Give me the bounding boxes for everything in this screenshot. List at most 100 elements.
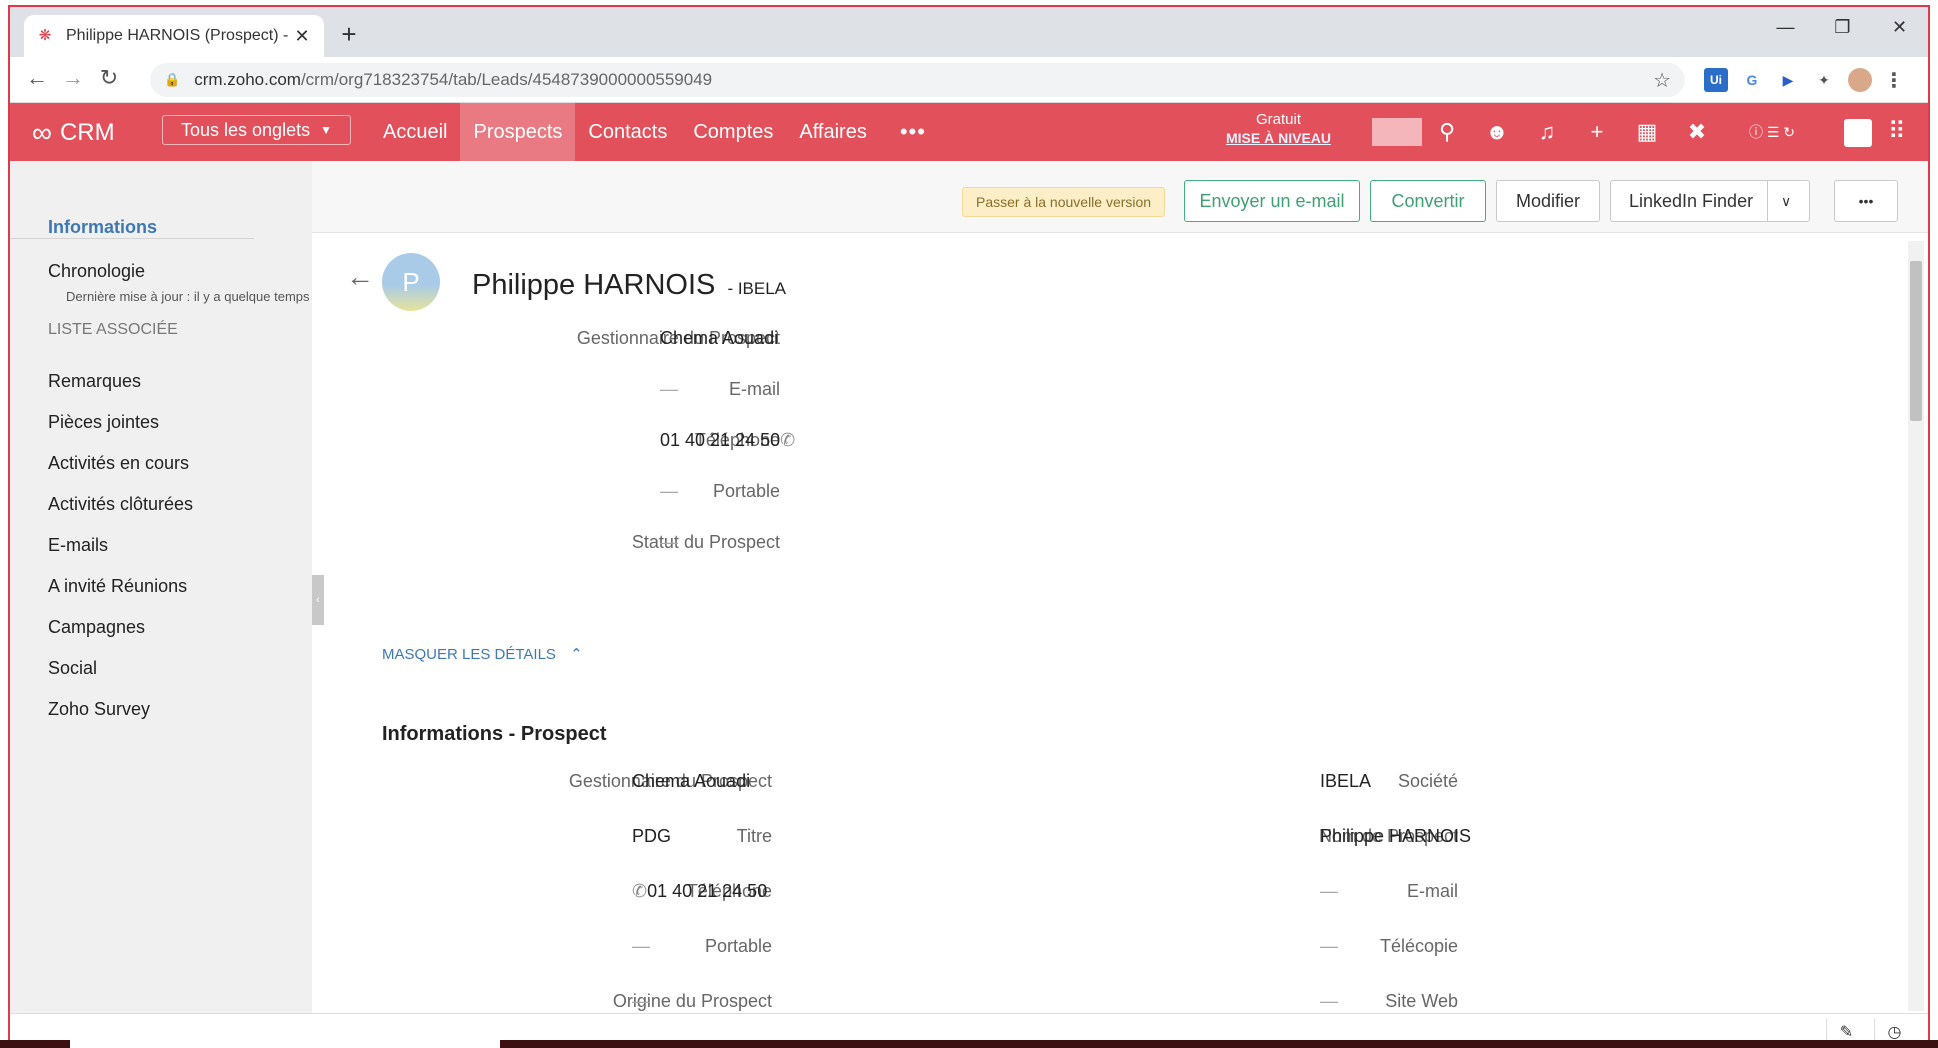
url-host: crm.zoho.com	[194, 70, 301, 89]
toolbar-widgets-icon[interactable]: ⓘ ☰ ↻	[1722, 122, 1822, 142]
close-window-icon[interactable]: ✕	[1871, 7, 1928, 47]
reload-icon[interactable]: ↻	[94, 65, 124, 91]
fax-value[interactable]: —	[1320, 936, 1338, 957]
chevron-down-icon[interactable]: ∨	[1781, 193, 1791, 210]
record-title: Philippe HARNOIS - IBELA	[472, 269, 786, 302]
phone-icon[interactable]: ✆	[780, 430, 795, 450]
plan-label: Gratuit	[1256, 111, 1302, 128]
phone-icon[interactable]: ✆	[632, 881, 647, 901]
browser-tab[interactable]: ❋ Philippe HARNOIS (Prospect) - Zoho CRM…	[24, 15, 324, 57]
sidebar-item-pieces-jointes[interactable]: Pièces jointes	[48, 412, 159, 433]
mobile-value[interactable]: —	[660, 481, 678, 502]
sidebar-item-chronologie[interactable]: Chronologie	[48, 261, 145, 282]
lead-status-value[interactable]: —	[660, 532, 678, 553]
upgrade-link[interactable]: MISE À NIVEAU	[1226, 129, 1331, 147]
nav-affaires[interactable]: Affaires	[786, 103, 879, 161]
os-taskbar	[0, 1040, 1938, 1048]
translate-extension-icon[interactable]: G	[1740, 68, 1764, 92]
sidebar-item-emails[interactable]: E-mails	[48, 535, 108, 556]
bell-icon[interactable]: ♫	[1522, 119, 1572, 145]
mobile-detail-value[interactable]: —	[632, 936, 650, 957]
back-icon[interactable]: ←	[22, 65, 52, 91]
more-tabs-icon[interactable]: •••	[880, 103, 946, 161]
field-label: Société	[1397, 771, 1458, 791]
calendar-icon[interactable]: ▦	[1622, 119, 1672, 145]
record-name: Philippe HARNOIS	[472, 269, 716, 301]
browser-menu-icon[interactable]: ⋮	[1882, 68, 1906, 92]
divider	[1372, 118, 1422, 146]
search-icon[interactable]: ⚲	[1422, 119, 1472, 145]
extensions-puzzle-icon[interactable]: ✦	[1812, 68, 1836, 92]
sidebar-item-zoho-survey[interactable]: Zoho Survey	[48, 699, 150, 720]
url-field[interactable]: 🔒 crm.zoho.com/crm/org718323754/tab/Lead…	[150, 63, 1685, 97]
add-icon[interactable]: +	[1572, 119, 1622, 145]
field-label: Télécopie	[1379, 936, 1458, 956]
email-detail-value[interactable]: —	[1320, 881, 1338, 902]
profile-avatar-icon[interactable]	[1848, 68, 1872, 92]
send-email-button[interactable]: Envoyer un e-mail	[1184, 180, 1360, 222]
all-tabs-dropdown[interactable]: Tous les onglets ▼	[162, 115, 351, 145]
nav-prospects[interactable]: Prospects	[460, 103, 576, 161]
apps-grid-icon[interactable]: ⠿	[1888, 117, 1906, 146]
uipath-extension-icon[interactable]: Ui	[1704, 68, 1728, 92]
website-value[interactable]: —	[1320, 991, 1338, 1012]
sidebar-item-remarques[interactable]: Remarques	[48, 371, 141, 392]
new-tab-icon[interactable]: +	[334, 19, 364, 50]
phone-detail-value[interactable]: ✆01 40 21 24 50	[632, 881, 767, 902]
field-label: Origine du Prospect	[612, 991, 772, 1011]
related-list-heading: LISTE ASSOCIÉE	[48, 321, 178, 338]
convert-button[interactable]: Convertir	[1370, 180, 1486, 222]
sidebar-item-activites-cloturees[interactable]: Activités clôturées	[48, 494, 193, 515]
play-extension-icon[interactable]: ▶	[1776, 68, 1800, 92]
taskbar-window[interactable]	[70, 1040, 500, 1048]
phone-value[interactable]: 01 40 21 24 50✆	[660, 430, 795, 451]
split-divider	[1767, 181, 1768, 221]
field-label: Portable	[704, 936, 772, 956]
close-tab-icon[interactable]: ✕	[292, 26, 312, 47]
setup-tools-icon[interactable]: ✖	[1672, 119, 1722, 145]
lead-source-value[interactable]: —	[632, 991, 650, 1012]
nav-comptes[interactable]: Comptes	[680, 103, 786, 161]
sidebar-item-activites-en-cours[interactable]: Activités en cours	[48, 453, 189, 474]
hide-details-label: MASQUER LES DÉTAILS	[382, 646, 556, 663]
sidebar-item-campagnes[interactable]: Campagnes	[48, 617, 145, 638]
sidebar-item-reunions[interactable]: A invité Réunions	[48, 576, 187, 597]
phone-detail-number: 01 40 21 24 50	[647, 881, 768, 901]
browser-window: ❋ Philippe HARNOIS (Prospect) - Zoho CRM…	[8, 5, 1930, 1045]
section-title: Informations - Prospect	[382, 723, 607, 745]
field-label: Portable	[712, 481, 780, 501]
crm-logo[interactable]: ∞ CRM	[32, 117, 115, 149]
window-controls: — ❐ ✕	[1757, 7, 1928, 57]
collapse-sidebar-icon[interactable]: ‹	[312, 575, 324, 625]
lock-icon: 🔒	[164, 72, 181, 87]
back-arrow-icon[interactable]: ←	[346, 261, 374, 293]
lead-owner-detail-value[interactable]: Chema Aouadi	[632, 771, 750, 792]
sidebar-item-social[interactable]: Social	[48, 658, 97, 679]
new-version-badge[interactable]: Passer à la nouvelle version	[962, 187, 1166, 217]
bookmark-star-icon[interactable]: ☆	[1653, 68, 1671, 93]
record-company: - IBELA	[727, 279, 787, 298]
nav-contacts[interactable]: Contacts	[575, 103, 680, 161]
more-actions-button[interactable]: •••	[1834, 180, 1898, 222]
lead-name-value[interactable]: Philippe HARNOIS	[1320, 826, 1471, 847]
minimize-icon[interactable]: —	[1757, 7, 1814, 47]
record-sidebar: Informations Chronologie Dernière mise à…	[10, 161, 312, 1013]
url-path: /crm/org718323754/tab/Leads/454873900000…	[300, 70, 713, 89]
users-icon[interactable]: ☻	[1472, 119, 1522, 145]
email-value[interactable]: —	[660, 379, 678, 400]
edit-button[interactable]: Modifier	[1496, 180, 1600, 222]
hide-details-toggle[interactable]: MASQUER LES DÉTAILS ⌃	[382, 645, 583, 663]
lead-owner-value[interactable]: Chema Aouadi	[660, 328, 778, 349]
main-nav: Accueil Prospects Contacts Comptes Affai…	[370, 103, 946, 161]
scroll-thumb[interactable]	[1910, 261, 1922, 421]
content-scrollbar[interactable]	[1908, 241, 1924, 1011]
sidebar-item-informations[interactable]: Informations	[48, 217, 157, 238]
chevron-up-icon: ⌃	[570, 646, 583, 663]
title-value[interactable]: PDG	[632, 826, 671, 847]
linkedin-finder-button[interactable]: LinkedIn Finder ∨	[1610, 180, 1810, 222]
restore-icon[interactable]: ❐	[1814, 7, 1871, 47]
nav-accueil[interactable]: Accueil	[370, 103, 460, 161]
user-avatar[interactable]	[1844, 119, 1872, 147]
forward-icon[interactable]: →	[58, 65, 88, 91]
company-value[interactable]: IBELA	[1320, 771, 1371, 792]
